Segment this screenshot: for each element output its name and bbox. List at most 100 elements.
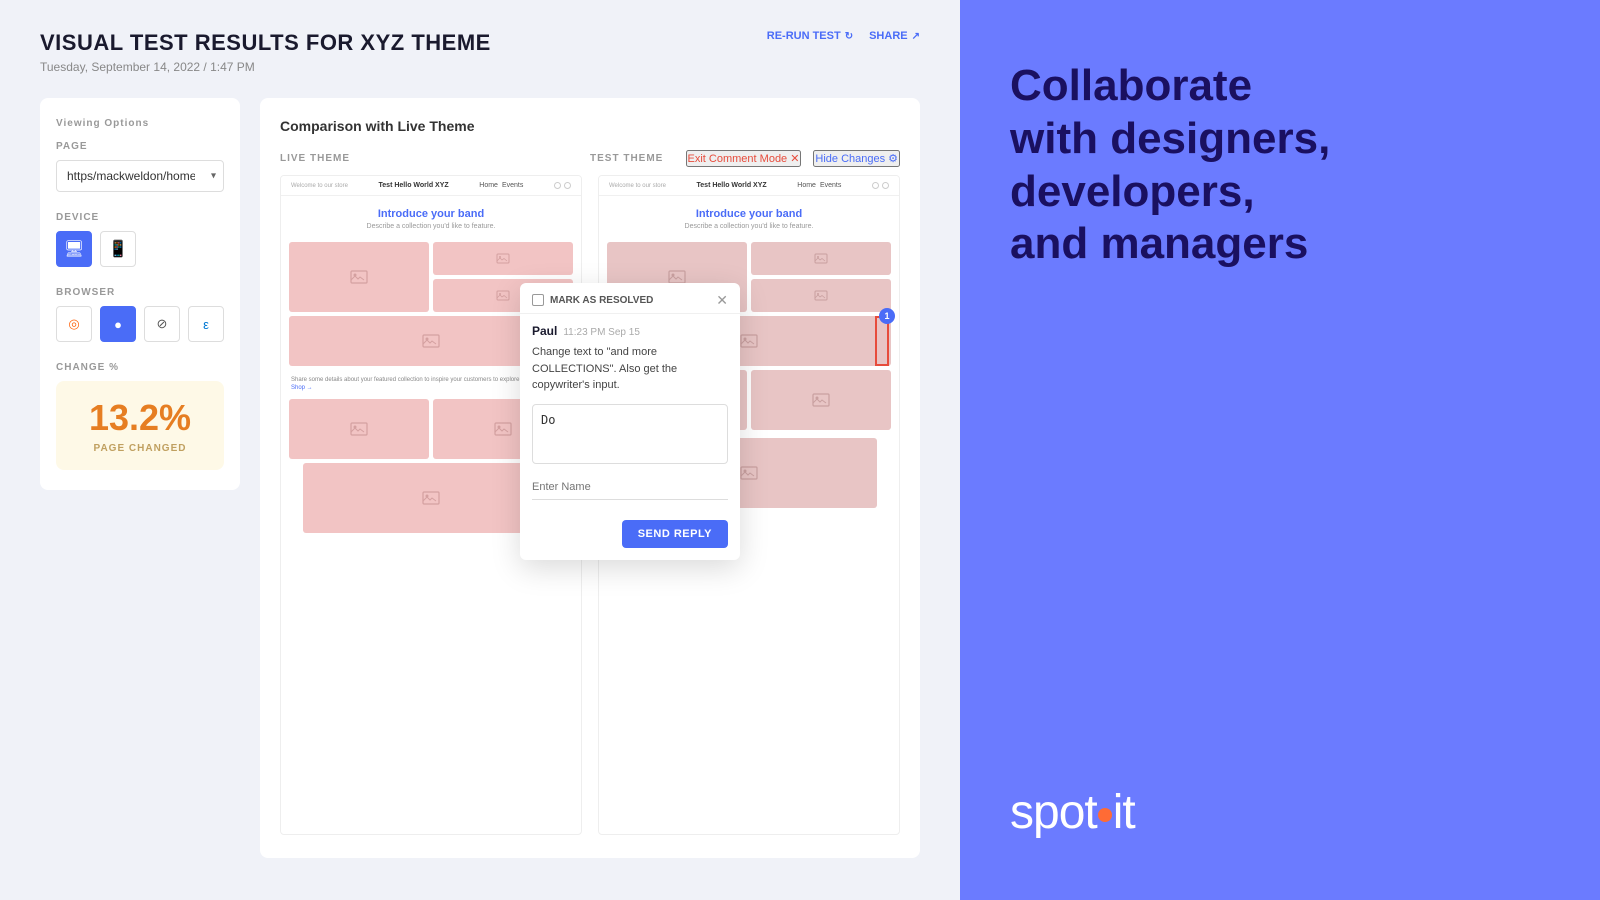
mark-resolved-section: MARK AS RESOLVED [532, 294, 653, 306]
change-box: 13.2% PAGE CHANGED [56, 381, 224, 470]
desktop-device-button[interactable]: 🖥 [56, 231, 92, 267]
comment-time: 11:23 PM Sep 15 [563, 327, 640, 338]
preview-topbar-test: Welcome to our store Test Hello World XY… [599, 176, 899, 196]
comment-popup-header: MARK AS RESOLVED ✕ [520, 283, 740, 314]
reply-textarea[interactable]: Do [532, 404, 728, 464]
comparison-header: LIVE THEME TEST THEME Exit Comment Mode … [280, 150, 900, 167]
preview-hero-live: Introduce your band Describe a collectio… [281, 196, 581, 242]
mobile-icon: 📱 [108, 239, 128, 259]
mark-resolved-checkbox[interactable] [532, 294, 544, 306]
mark-resolved-label: MARK AS RESOLVED [550, 295, 653, 306]
preview-link-live: Shop → [291, 385, 313, 391]
preview-img-3-test [751, 279, 891, 312]
firefox-browser-button[interactable]: ◎ [56, 306, 92, 342]
preview-hero-title-live: Introduce your band [291, 208, 571, 220]
header-actions: RE-RUN TEST ↻ SHARE ↗ [767, 30, 920, 42]
exit-comment-mode-button[interactable]: Exit Comment Mode ✕ [686, 150, 802, 167]
rerun-icon: ↻ [845, 31, 853, 42]
preview-home-live: Home [479, 182, 498, 189]
exit-icon: ✕ [790, 152, 799, 165]
preview-img-bottom2-test [751, 370, 891, 430]
hide-changes-label: Hide Changes [815, 153, 885, 165]
logo-text-part1: spot [1010, 785, 1097, 840]
comparison-panel: Comparison with Live Theme LIVE THEME TE… [260, 98, 920, 858]
share-button[interactable]: SHARE ↗ [869, 30, 920, 42]
content-area: Viewing Options PAGE https/mackweldon/ho… [40, 98, 920, 858]
preview-hero-title-test: Introduce your band [609, 208, 889, 220]
safari-browser-button[interactable]: ⊘ [144, 306, 180, 342]
change-percent-label: CHANGE % [56, 362, 224, 373]
page-select[interactable]: https/mackweldon/home [56, 160, 224, 192]
name-input[interactable] [532, 475, 728, 500]
logo-area: spot it [1010, 785, 1550, 840]
share-label: SHARE [869, 30, 908, 42]
preview-img-bottom1-live [289, 399, 429, 459]
device-label: DEVICE [56, 212, 224, 223]
preview-icon2-live [564, 182, 571, 189]
desktop-icon: 🖥 [64, 239, 84, 259]
comment-body: Paul 11:23 PM Sep 15 Change text to "and… [520, 314, 740, 510]
send-reply-button[interactable]: SEND REPLY [622, 520, 728, 548]
preview-brand-live: Test Hello World XYZ [379, 182, 449, 189]
chrome-icon: ● [114, 317, 122, 332]
hide-changes-button[interactable]: Hide Changes ⚙ [813, 150, 900, 167]
preview-hero-sub-live: Describe a collection you'd like to feat… [291, 223, 571, 230]
mobile-device-button[interactable]: 📱 [100, 231, 136, 267]
edge-icon: ε [203, 317, 209, 332]
main-panel: VISUAL TEST RESULTS FOR XYZ THEME Tuesda… [0, 0, 960, 900]
viewing-options-label: Viewing Options [56, 118, 224, 129]
browser-buttons: ◎ ● ⊘ ε [56, 306, 224, 342]
close-popup-button[interactable]: ✕ [716, 293, 728, 307]
rerun-label: RE-RUN TEST [767, 30, 841, 42]
rerun-test-button[interactable]: RE-RUN TEST ↻ [767, 30, 853, 42]
comment-author: Paul [532, 324, 557, 338]
preview-url-test: Welcome to our store [609, 183, 666, 189]
exit-comment-label: Exit Comment Mode [688, 153, 788, 165]
tagline: Collaborate with designers, developers, … [1010, 60, 1550, 271]
tagline-line1: Collaborate [1010, 60, 1550, 113]
page-subtitle: Tuesday, September 14, 2022 / 1:47 PM [40, 60, 920, 74]
comment-popup: MARK AS RESOLVED ✕ Paul 11:23 PM Sep 15 … [520, 283, 740, 560]
edge-browser-button[interactable]: ε [188, 306, 224, 342]
preview-brand-test: Test Hello World XYZ [697, 182, 767, 189]
header-right-actions: Exit Comment Mode ✕ Hide Changes ⚙ [686, 150, 900, 167]
device-buttons: 🖥 📱 [56, 231, 224, 267]
comparison-title: Comparison with Live Theme [280, 118, 900, 134]
preview-home-test: Home [797, 182, 816, 189]
sidebar: Viewing Options PAGE https/mackweldon/ho… [40, 98, 240, 490]
chrome-browser-button[interactable]: ● [100, 306, 136, 342]
logo-text-part2: it [1113, 785, 1135, 840]
preview-img-1-live [289, 242, 429, 312]
preview-hero-test: Introduce your band Describe a collectio… [599, 196, 899, 242]
tagline-line2: with designers, [1010, 113, 1550, 166]
preview-img-2-test [751, 242, 891, 275]
branding-panel: Collaborate with designers, developers, … [960, 0, 1600, 900]
page-select-wrapper: https/mackweldon/home ▾ [56, 160, 224, 192]
browser-label: BROWSER [56, 287, 224, 298]
preview-nav-links-live: Home Events [479, 182, 523, 189]
preview-events-live: Events [502, 182, 523, 189]
safari-icon: ⊘ [157, 316, 168, 332]
notification-badge[interactable]: 1 [879, 308, 895, 324]
preview-hero-sub-test: Describe a collection you'd like to feat… [609, 223, 889, 230]
logo-dot-icon [1098, 808, 1112, 822]
preview-icons-live [554, 182, 571, 189]
preview-icon1-test [872, 182, 879, 189]
preview-events-test: Events [820, 182, 841, 189]
change-percent-value: 13.2% [72, 397, 208, 439]
preview-nav-links-test: Home Events [797, 182, 841, 189]
preview-icon1-live [554, 182, 561, 189]
firefox-icon: ◎ [68, 316, 79, 332]
preview-icons-test [872, 182, 889, 189]
tagline-line4: and managers [1010, 218, 1550, 271]
page-changed-label: PAGE CHANGED [72, 443, 208, 454]
preview-icon2-test [882, 182, 889, 189]
hide-icon: ⚙ [888, 152, 898, 165]
preview-topbar-live: Welcome to our store Test Hello World XY… [281, 176, 581, 196]
page-label: PAGE [56, 141, 224, 152]
test-theme-label: TEST THEME [590, 153, 663, 164]
live-theme-label: LIVE THEME [280, 153, 590, 164]
preview-url-live: Welcome to our store [291, 183, 348, 189]
preview-img-2-live [433, 242, 573, 275]
tagline-line3: developers, [1010, 166, 1550, 219]
